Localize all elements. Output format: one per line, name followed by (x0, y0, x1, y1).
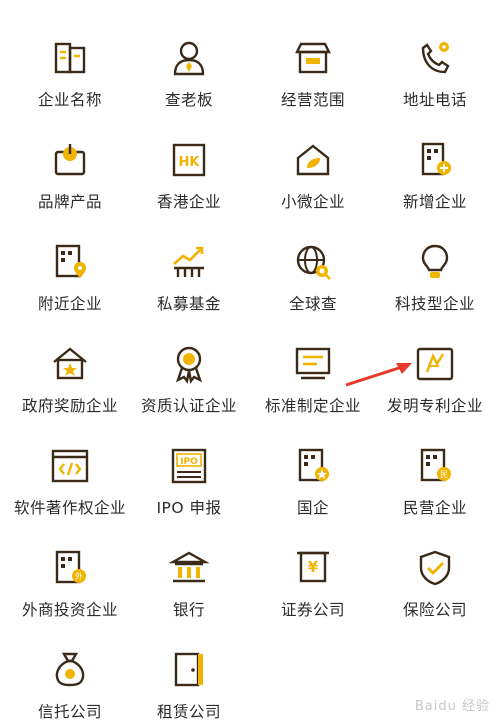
person-icon (169, 38, 209, 78)
grid-item-securities[interactable]: ¥ 证券公司 (251, 510, 375, 619)
money-bag-icon (50, 650, 90, 690)
building-foreign-icon: 外 (50, 548, 90, 588)
grid-item-label: 信托公司 (37, 703, 102, 721)
ipo-icon: IPO (169, 446, 209, 486)
globe-search-icon (293, 242, 333, 282)
svg-text:外: 外 (75, 571, 83, 581)
grid-item-ipo[interactable]: IPO IPO 申报 (127, 408, 251, 517)
building-doc-icon (50, 38, 90, 78)
building-star-icon (293, 446, 333, 486)
monitor-lines-icon (293, 344, 333, 384)
trend-chart-icon (169, 242, 209, 282)
bank-icon (169, 548, 209, 588)
house-star-icon (50, 344, 90, 384)
patent-icon (415, 344, 455, 384)
grid-item-brand-products[interactable]: 品牌产品 (8, 102, 132, 211)
grid-item-address-phone[interactable]: 地址电话 (373, 0, 497, 109)
yen-board-icon: ¥ (293, 548, 333, 588)
lightbulb-icon (415, 242, 455, 282)
feature-grid: 企业名称 查老板 经营范围 地址电话 品牌产品 HK 香港企业 小微企业 新增企… (0, 0, 498, 721)
grid-item-gov-award[interactable]: 政府奖励企业 (8, 306, 132, 415)
red-arrow-annotation (344, 360, 414, 388)
grid-item-label: 证券公司 (280, 601, 345, 619)
grid-item-label: 租赁公司 (156, 703, 221, 721)
grid-item-tech-companies[interactable]: 科技型企业 (373, 204, 497, 313)
grid-item-state-owned[interactable]: 国企 (251, 408, 375, 517)
grid-item-small-micro[interactable]: 小微企业 (251, 102, 375, 211)
grid-item-hk-companies[interactable]: HK 香港企业 (127, 102, 251, 211)
building-min-icon: 民 (415, 446, 455, 486)
grid-item-foreign-investment[interactable]: 外 外商投资企业 (8, 510, 132, 619)
grid-item-trust[interactable]: 信托公司 (8, 612, 132, 721)
grid-item-standards[interactable]: 标准制定企业 (251, 306, 375, 415)
grid-item-private-enterprise[interactable]: 民 民营企业 (373, 408, 497, 517)
grid-item-leasing[interactable]: 租赁公司 (127, 612, 251, 721)
grid-item-label: 保险公司 (402, 601, 467, 619)
grid-item-patent[interactable]: 发明专利企业 (373, 306, 497, 415)
grid-item-find-boss[interactable]: 查老板 (127, 0, 251, 109)
phone-location-icon (415, 38, 455, 78)
medal-icon (169, 344, 209, 384)
svg-text:¥: ¥ (308, 558, 319, 576)
door-icon (169, 650, 209, 690)
svg-text:民: 民 (440, 470, 448, 479)
storefront-icon (293, 38, 333, 78)
grid-item-global-search[interactable]: 全球查 (251, 204, 375, 313)
grid-item-bank[interactable]: 银行 (127, 510, 251, 619)
watermark: Baidu 经验 (414, 699, 490, 714)
house-leaf-icon (293, 140, 333, 180)
hk-icon: HK (169, 140, 209, 180)
grid-item-certified[interactable]: 资质认证企业 (127, 306, 251, 415)
grid-item-private-fund[interactable]: 私募基金 (127, 204, 251, 313)
grid-item-business-scope[interactable]: 经营范围 (251, 0, 375, 109)
shield-check-icon (415, 548, 455, 588)
svg-text:HK: HK (179, 155, 201, 170)
building-location-icon (50, 242, 90, 282)
grid-item-software-copyright[interactable]: 软件著作权企业 (8, 408, 132, 517)
building-plus-icon (415, 140, 455, 180)
svg-text:IPO: IPO (180, 457, 198, 467)
grid-item-new-companies[interactable]: 新增企业 (373, 102, 497, 211)
grid-item-nearby[interactable]: 附近企业 (8, 204, 132, 313)
code-window-icon (50, 446, 90, 486)
brand-box-icon (50, 140, 90, 180)
grid-item-insurance[interactable]: 保险公司 (373, 510, 497, 619)
grid-item-company-name[interactable]: 企业名称 (8, 0, 132, 109)
